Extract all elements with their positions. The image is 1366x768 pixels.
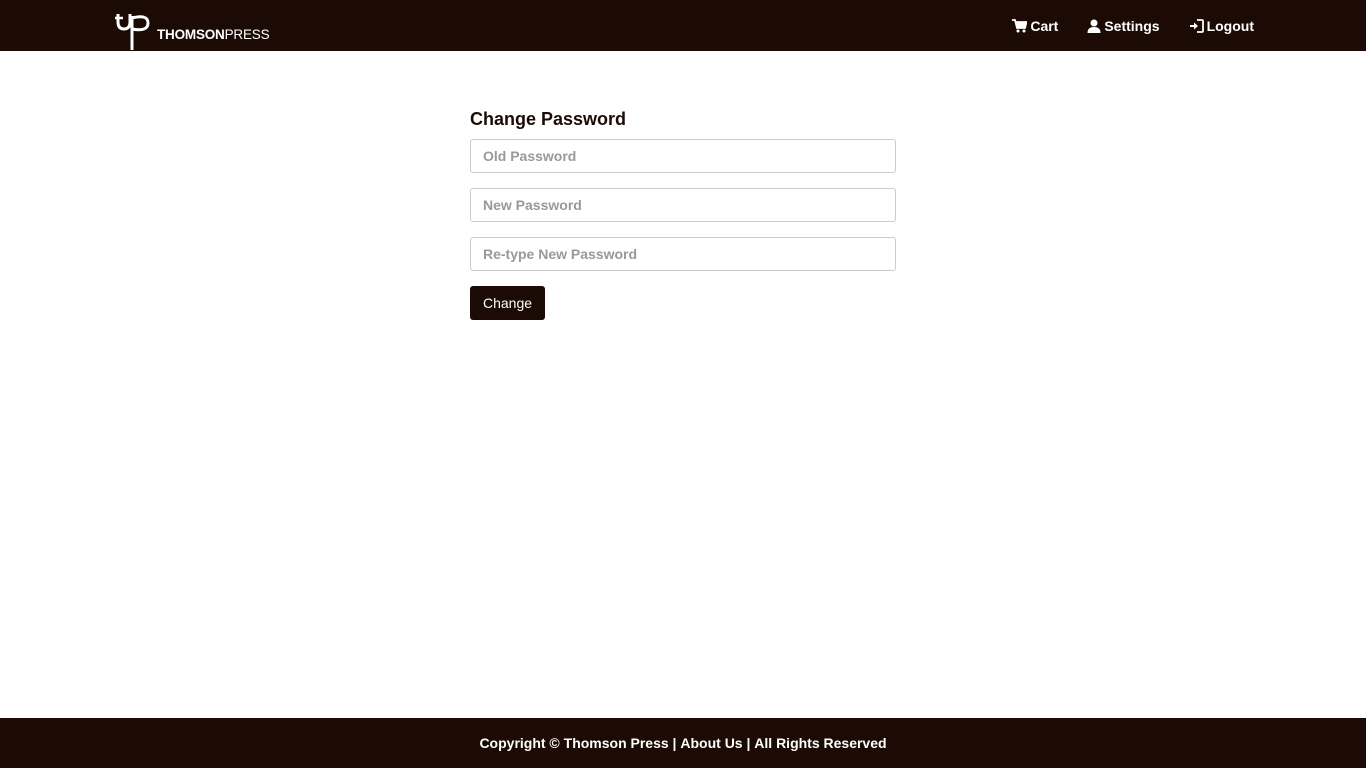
footer: Copyright © Thomson Press | About Us | A…	[0, 718, 1366, 768]
nav-logout-label: Logout	[1206, 17, 1254, 34]
nav-cart-link[interactable]: Cart	[1012, 18, 1058, 34]
brand-name-light: PRESS	[224, 27, 270, 42]
new-password-input[interactable]	[470, 188, 896, 222]
tp-logo-icon	[115, 14, 150, 50]
brand-name-bold: THOMSON	[157, 27, 225, 42]
footer-separator: |	[742, 735, 755, 751]
footer-separator: |	[668, 735, 681, 751]
nav-cart-label: Cart	[1030, 17, 1059, 34]
change-password-form: Change Password Change	[470, 107, 896, 320]
footer-copyright: Copyright © Thomson Press	[479, 735, 669, 751]
brand-logo[interactable]: THOMSONPRESS	[113, 12, 270, 50]
user-icon	[1087, 19, 1101, 33]
footer-rights: All Rights Reserved	[754, 735, 887, 751]
retype-password-input[interactable]	[470, 237, 896, 271]
change-button[interactable]: Change	[470, 286, 546, 320]
brand-name: THOMSONPRESS	[157, 27, 270, 42]
top-nav-links: Cart Settings Logout	[983, 0, 1254, 51]
cart-icon	[1012, 18, 1028, 32]
nav-settings-label: Settings	[1104, 17, 1160, 34]
top-navbar: THOMSONPRESS Cart Settings Logout	[0, 0, 1366, 51]
footer-about-link[interactable]: About Us	[680, 735, 742, 751]
nav-settings-link[interactable]: Settings	[1087, 17, 1160, 34]
old-password-input[interactable]	[470, 139, 896, 173]
page-title: Change Password	[470, 109, 627, 129]
nav-logout-link[interactable]: Logout	[1189, 18, 1254, 34]
login-icon	[1189, 18, 1204, 33]
